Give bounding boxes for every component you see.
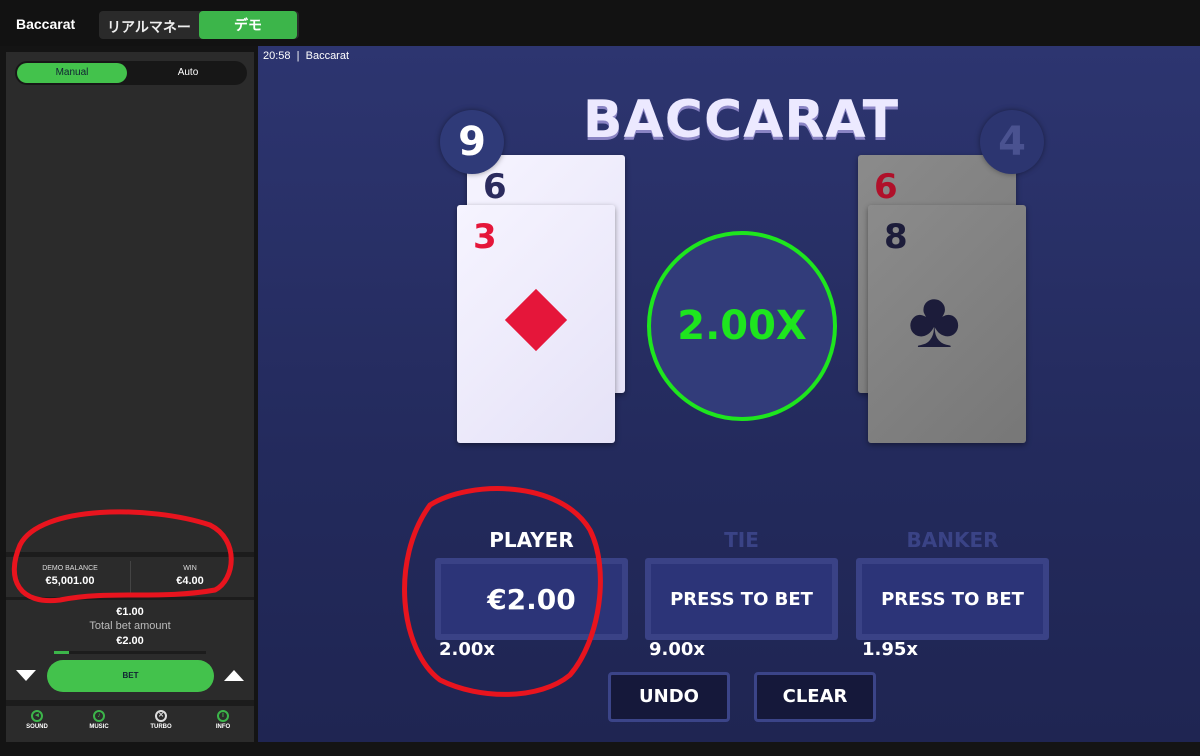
red-annotation-marks: [11, 486, 603, 697]
annotation-circle-player-bet: [402, 486, 603, 697]
annotation-circle-balance: [11, 509, 234, 604]
